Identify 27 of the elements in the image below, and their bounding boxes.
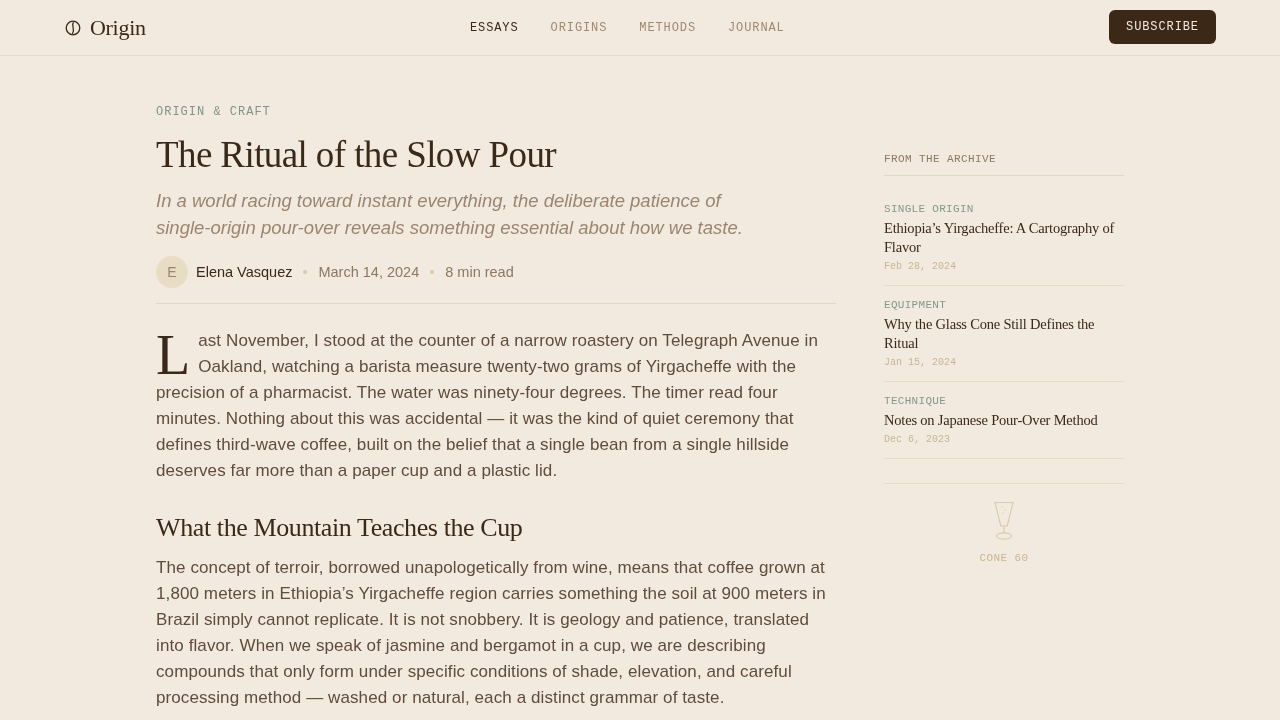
article-subtitle: In a world racing toward instant everything, the deliberate patience of single-origin pour-over reveals something essential about how we taste. (156, 189, 744, 240)
archive-title-link[interactable]: Why the Glass Cone Still Defines the Ritual (884, 315, 1124, 353)
archive-title-link[interactable]: Ethiopia’s Yirgacheffe: A Cartography of Flavor (884, 219, 1124, 257)
article-title: The Ritual of the Slow Pour (156, 133, 558, 177)
dot-separator-icon (430, 270, 435, 274)
author-name[interactable]: Elena Vasquez (196, 264, 293, 280)
article-category: ORIGIN & CRAFT (156, 104, 272, 120)
author-avatar: E (156, 256, 188, 288)
archive-category: TECHNIQUE (884, 394, 947, 408)
archive-title-link[interactable]: Notes on Japanese Pour-Over Method (884, 411, 1098, 430)
archive-date: Dec 6, 2023 (884, 433, 950, 447)
archive-date: Feb 28, 2024 (884, 260, 956, 274)
archive-category: EQUIPMENT (884, 298, 947, 312)
stemmed-glass-icon (994, 501, 1014, 540)
publish-date: March 14, 2024 (318, 264, 420, 280)
coffee-bean-icon (65, 19, 81, 36)
feature-caption: CONE 60 (979, 552, 1029, 564)
site-logo[interactable]: Origin (90, 14, 146, 41)
subscribe-button[interactable]: SUBSCRIBE (1109, 10, 1216, 44)
read-time: 8 min read (445, 264, 514, 280)
section-heading: What the Mountain Teaches the Cup (156, 512, 524, 544)
dot-separator-icon (303, 270, 308, 274)
nav-link[interactable]: ESSAYS (469, 16, 519, 39)
sidebar-heading: FROM THE ARCHIVE (884, 152, 1124, 176)
archive-category: SINGLE ORIGIN (884, 202, 974, 216)
archive-date: Jan 15, 2024 (884, 356, 956, 370)
body-paragraph: The concept of terroir, borrowed unapologetically from wine, means that coffee grown at 1,800 meters in Ethiopia’s Yirgacheffe region carries something the soil at 900 meters in Brazil simply cannot replicate. It is not snobbery. It is geology and patience, translated into flavor. When we speak of jasmine and bergamot in a cup, we are describing compounds that only form under specific conditions of shade, elevation, and careful processing method — washed or natural, each a distinct grammar of taste. (156, 557, 827, 709)
